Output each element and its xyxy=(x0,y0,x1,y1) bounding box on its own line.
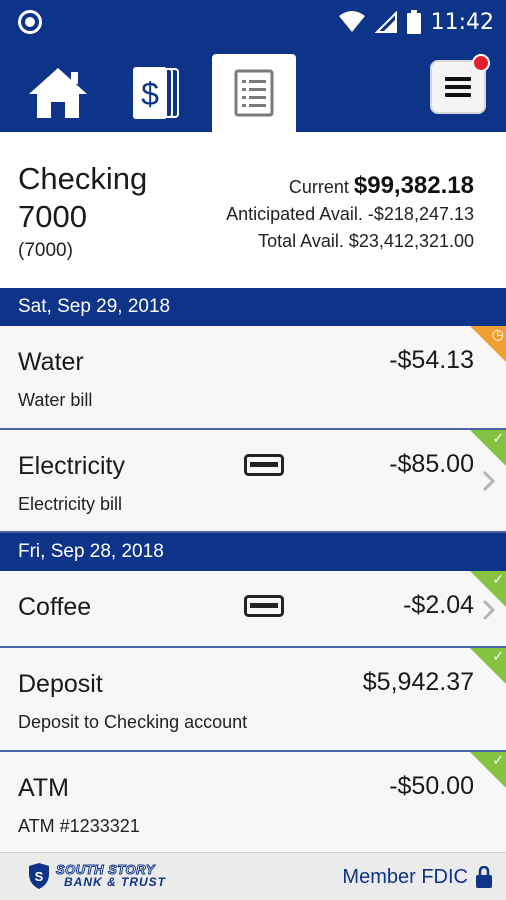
signal-icon xyxy=(374,11,397,33)
bank-logo-text: SOUTH STORY BANK & TRUST xyxy=(56,863,166,889)
account-name: Checking 7000 xyxy=(18,161,148,234)
transaction-row[interactable]: Electricity Electricity bill -$85.00 ✓ xyxy=(0,430,506,533)
anticipated-label: Anticipated Avail. xyxy=(226,204,363,224)
document-list-icon xyxy=(234,69,274,117)
wifi-icon xyxy=(338,11,365,32)
credit-card-icon xyxy=(244,595,284,617)
hamburger-menu-icon xyxy=(445,77,471,97)
tab-home[interactable] xyxy=(20,54,96,132)
account-summary: Checking 7000 (7000) Current $99,382.18 … xyxy=(0,132,506,288)
transaction-name: Water xyxy=(18,348,84,376)
battery-icon xyxy=(406,10,421,34)
nav-bar: $ xyxy=(0,44,506,132)
transaction-description: Electricity bill xyxy=(18,494,123,514)
transaction-name: Deposit xyxy=(18,670,103,698)
check-icon: ✓ xyxy=(492,571,504,587)
status-icons: 11:42 xyxy=(338,0,494,44)
date-header: Sat, Sep 29, 2018 xyxy=(0,288,506,326)
member-fdic[interactable]: Member FDIC xyxy=(342,853,492,900)
menu-button[interactable] xyxy=(430,54,490,114)
transaction-name: ATM xyxy=(18,774,69,802)
current-balance-row: Current $99,382.18 xyxy=(226,172,474,201)
check-icon: ✓ xyxy=(492,430,504,446)
transaction-name: Electricity xyxy=(18,452,125,480)
account-balances: Current $99,382.18 Anticipated Avail. -$… xyxy=(226,172,474,255)
transaction-row[interactable]: Coffee -$2.04 ✓ xyxy=(0,571,506,648)
svg-text:S: S xyxy=(35,869,44,884)
bank-logo-icon: S xyxy=(29,863,49,889)
transaction-amount: $5,942.37 xyxy=(362,668,474,696)
clock: 11:42 xyxy=(430,9,494,35)
current-label: Current xyxy=(288,177,349,197)
credit-card-icon xyxy=(244,454,284,476)
check-icon: ✓ xyxy=(492,648,504,664)
anticipated-balance-row: Anticipated Avail. -$218,247.13 xyxy=(226,201,474,228)
bank-logo: S SOUTH STORY BANK & TRUST xyxy=(26,862,166,890)
account-number: (7000) xyxy=(18,240,73,261)
chevron-right-icon[interactable] xyxy=(482,470,496,492)
notification-dot-icon xyxy=(18,10,42,34)
check-icon: ✓ xyxy=(492,752,504,768)
status-bar: 11:42 xyxy=(0,0,506,44)
home-icon xyxy=(29,68,87,118)
fdic-label: Member FDIC xyxy=(342,865,468,888)
transaction-amount: -$2.04 xyxy=(403,591,474,619)
footer: S SOUTH STORY BANK & TRUST Member FDIC xyxy=(0,852,506,900)
transaction-row[interactable]: ATM ATM #1233321 -$50.00 ✓ xyxy=(0,752,506,852)
current-value: $99,382.18 xyxy=(353,172,474,199)
transaction-row[interactable]: Water Water bill -$54.13 ◷ xyxy=(0,326,506,430)
transaction-description: Water bill xyxy=(18,390,93,410)
total-balance-row: Total Avail. $23,412,321.00 xyxy=(226,228,474,255)
lock-icon xyxy=(476,866,492,888)
clock-icon: ◷ xyxy=(491,326,504,342)
total-label: Total Avail. xyxy=(258,231,344,251)
notification-badge xyxy=(472,54,490,72)
anticipated-value: -$218,247.13 xyxy=(367,204,474,224)
bank-logo-line2: BANK & TRUST xyxy=(64,875,166,889)
transaction-amount: -$85.00 xyxy=(389,450,474,478)
svg-text:$: $ xyxy=(141,76,159,112)
transaction-name: Coffee xyxy=(18,593,92,621)
date-header: Fri, Sep 28, 2018 xyxy=(0,533,506,571)
transaction-description: Deposit to Checking account xyxy=(18,712,248,732)
dollar-cards-icon: $ xyxy=(133,67,179,119)
transaction-description: ATM #1233321 xyxy=(18,816,140,836)
transaction-amount: -$50.00 xyxy=(389,772,474,800)
transaction-row[interactable]: Deposit Deposit to Checking account $5,9… xyxy=(0,648,506,752)
tab-accounts[interactable]: $ xyxy=(122,54,192,132)
total-value: $23,412,321.00 xyxy=(348,231,474,251)
tab-statements[interactable] xyxy=(212,54,296,132)
transaction-amount: -$54.13 xyxy=(389,346,474,374)
